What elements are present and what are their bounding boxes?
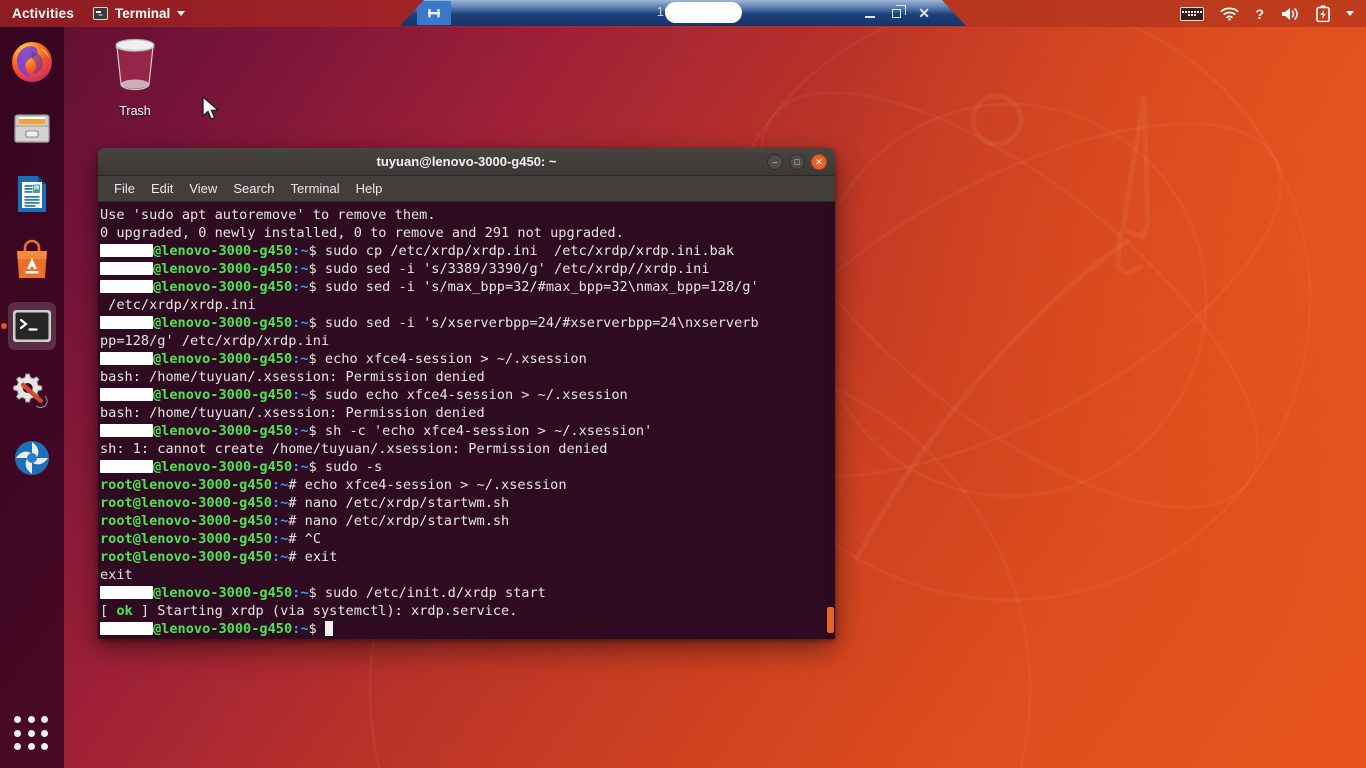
terminal-line: root@lenovo-3000-g450:~# ^C — [100, 531, 322, 547]
terminal-line: Use 'sudo apt autoremove' to remove them… — [100, 207, 436, 223]
redacted-username — [100, 262, 153, 275]
terminal-line: pp=128/g' /etc/xrdp/xrdp.ini — [100, 333, 330, 349]
keyboard-indicator-icon[interactable] — [1180, 6, 1205, 21]
terminal-line: root@lenovo-3000-g450:~# echo xfce4-sess… — [100, 477, 567, 493]
menu-edit[interactable]: Edit — [143, 179, 181, 198]
app-menu-button[interactable]: Terminal — [85, 6, 193, 21]
menu-terminal[interactable]: Terminal — [283, 179, 348, 198]
terminal-line: root@lenovo-3000-g450:~# nano /etc/xrdp/… — [100, 513, 510, 529]
menu-view[interactable]: View — [181, 179, 225, 198]
terminal-line: [ ok ] Starting xrdp (via systemctl): xr… — [100, 603, 518, 619]
terminal-line: /etc/xrdp/xrdp.ini — [100, 297, 256, 313]
wifi-icon[interactable] — [1220, 6, 1239, 21]
redacted-username — [100, 352, 153, 365]
chevron-down-icon — [177, 11, 186, 16]
battery-icon[interactable] — [1316, 5, 1330, 22]
rdp-redaction-overlay — [665, 2, 742, 23]
terminal-line: root@lenovo-3000-g450:~# exit — [100, 549, 338, 565]
rdp-window-buttons: ✕ — [865, 0, 930, 26]
terminal-title: tuyuan@lenovo-3000-g450: ~ — [376, 154, 557, 169]
terminal-window[interactable]: tuyuan@lenovo-3000-g450: ~ – □ ✕ File Ed… — [98, 148, 835, 639]
rdp-close-button[interactable]: ✕ — [918, 5, 930, 22]
help-icon[interactable]: ? — [1255, 6, 1264, 22]
terminal-minimize-button[interactable]: – — [767, 154, 783, 170]
redacted-username — [100, 316, 153, 329]
terminal-scrollbar-thumb[interactable] — [827, 607, 834, 633]
terminal-output[interactable]: Use 'sudo apt autoremove' to remove them… — [98, 202, 835, 639]
terminal-close-button[interactable]: ✕ — [811, 154, 827, 170]
trash-icon — [115, 38, 155, 91]
terminal-window-buttons: – □ ✕ — [767, 148, 827, 176]
redacted-username — [100, 388, 153, 401]
terminal-scrollbar[interactable] — [826, 202, 835, 639]
show-applications-button[interactable] — [14, 716, 50, 752]
rdp-restore-button[interactable] — [892, 5, 906, 18]
terminal-line: @lenovo-3000-g450:~$ echo xfce4-session … — [99, 350, 835, 368]
system-menu-chevron-icon[interactable] — [1346, 11, 1354, 16]
menu-search[interactable]: Search — [225, 179, 282, 198]
dock-item-terminal[interactable] — [8, 302, 56, 350]
redacted-username — [100, 280, 153, 293]
terminal-line: root@lenovo-3000-g450:~# nano /etc/xrdp/… — [100, 495, 510, 511]
menu-help[interactable]: Help — [348, 179, 391, 198]
terminal-line: bash: /home/tuyuan/.xsession: Permission… — [100, 405, 485, 421]
terminal-titlebar[interactable]: tuyuan@lenovo-3000-g450: ~ – □ ✕ — [98, 148, 835, 176]
activities-button[interactable]: Activities — [0, 6, 85, 21]
terminal-icon — [93, 7, 109, 20]
terminal-line: @lenovo-3000-g450:~$ sudo /etc/init.d/xr… — [99, 584, 835, 602]
trash-label: Trash — [119, 104, 151, 118]
rdp-connection-bar[interactable]: 192.13 ✕ — [400, 0, 966, 26]
terminal-line: exit — [100, 567, 133, 583]
dock-item-firefox[interactable] — [8, 38, 56, 86]
dock-item-files[interactable] — [8, 104, 56, 152]
terminal-line: @lenovo-3000-g450:~$ — [99, 620, 835, 638]
terminal-maximize-button[interactable]: □ — [789, 154, 805, 170]
redacted-username — [100, 622, 153, 635]
desktop-icon-trash[interactable]: Trash — [100, 36, 170, 118]
terminal-line: @lenovo-3000-g450:~$ sudo cp /etc/xrdp/x… — [99, 242, 835, 260]
terminal-line: @lenovo-3000-g450:~$ sudo sed -i 's/3389… — [99, 260, 835, 278]
terminal-line: @lenovo-3000-g450:~$ sudo sed -i 's/xser… — [99, 314, 835, 332]
mouse-pointer-icon — [202, 96, 219, 120]
system-tray: ? — [1180, 5, 1366, 22]
terminal-line: 0 upgraded, 0 newly installed, 0 to remo… — [100, 225, 624, 241]
redacted-username — [100, 460, 153, 473]
terminal-lines: Use 'sudo apt autoremove' to remove them… — [99, 206, 835, 638]
ubuntu-dock — [0, 27, 64, 768]
dock-item-settings[interactable] — [8, 368, 56, 416]
terminal-line: @lenovo-3000-g450:~$ sudo -s — [99, 458, 835, 476]
terminal-line: sh: 1: cannot create /home/tuyuan/.xsess… — [100, 441, 608, 457]
dock-item-ubuntu-software[interactable] — [8, 236, 56, 284]
terminal-menubar: File Edit View Search Terminal Help — [98, 176, 835, 202]
volume-icon[interactable] — [1280, 6, 1300, 22]
menu-file[interactable]: File — [106, 179, 143, 198]
dock-item-shutter[interactable] — [8, 434, 56, 482]
app-menu-label: Terminal — [115, 6, 171, 21]
redacted-username — [100, 244, 153, 257]
redacted-username — [100, 424, 153, 437]
terminal-line: @lenovo-3000-g450:~$ sudo echo xfce4-ses… — [99, 386, 835, 404]
dock-item-libreoffice-writer[interactable] — [8, 170, 56, 218]
terminal-line: bash: /home/tuyuan/.xsession: Permission… — [100, 369, 485, 385]
terminal-line: @lenovo-3000-g450:~$ sudo sed -i 's/max_… — [99, 278, 835, 296]
terminal-cursor — [324, 621, 333, 636]
rdp-minimize-button[interactable] — [865, 15, 876, 19]
redacted-username — [100, 586, 153, 599]
terminal-line: @lenovo-3000-g450:~$ sh -c 'echo xfce4-s… — [99, 422, 835, 440]
